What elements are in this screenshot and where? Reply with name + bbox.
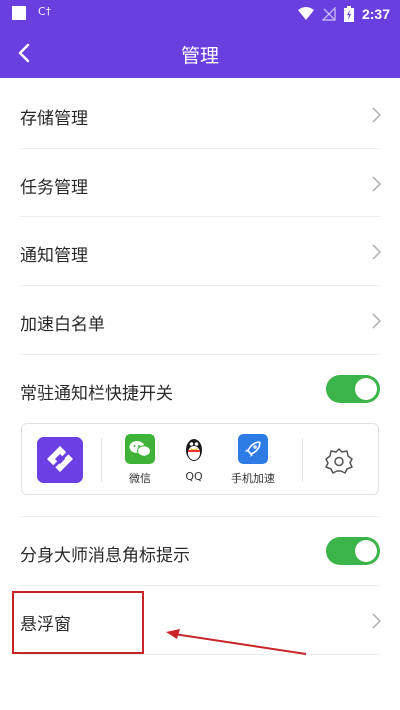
- app-toolbar: 管理: [0, 28, 400, 78]
- menu-item-label: 通知管理: [20, 246, 88, 266]
- setting-label: 分身大师消息角标提示: [20, 546, 190, 566]
- chevron-right-icon: [372, 244, 382, 260]
- divider: [302, 438, 303, 482]
- page-title: 管理: [180, 45, 219, 67]
- setting-label: 常驻通知栏快捷开关: [20, 384, 173, 404]
- chevron-right-icon: [372, 313, 382, 329]
- divider: [101, 438, 102, 482]
- quick-item-phone-boost[interactable]: 手机加速: [223, 434, 283, 490]
- setting-persistent-notification: 常驻通知栏快捷开关: [0, 355, 400, 421]
- menu-item-label: 存储管理: [20, 109, 88, 129]
- toggle-knob: [355, 540, 377, 562]
- persistent-notification-toggle[interactable]: [326, 375, 380, 403]
- notification-bar-preview: 微信 QQ 手机加速: [21, 423, 379, 495]
- setting-badge-hint: 分身大师消息角标提示: [0, 517, 400, 585]
- toggle-knob: [355, 378, 377, 400]
- qq-penguin-icon: [186, 439, 202, 461]
- menu-item-label: 加速白名单: [20, 315, 105, 335]
- chevron-right-icon: [372, 107, 382, 123]
- quick-item-label: 手机加速: [231, 472, 275, 485]
- badge-hint-toggle[interactable]: [326, 537, 380, 565]
- annotation-highlight-box: [12, 591, 144, 654]
- status-indicators: 2:37: [297, 4, 390, 24]
- status-bar: C† 2:37: [0, 0, 400, 28]
- app-logo-icon: [37, 437, 83, 483]
- chevron-right-icon: [372, 176, 382, 192]
- wifi-icon: [297, 7, 314, 20]
- menu-item-whitelist[interactable]: 加速白名单: [0, 286, 400, 354]
- quick-item-qq[interactable]: QQ: [164, 434, 224, 490]
- gear-icon[interactable]: [324, 446, 354, 476]
- quick-item-label: QQ: [185, 470, 203, 483]
- battery-charging-icon: [343, 6, 354, 22]
- menu-item-label: 任务管理: [20, 178, 88, 198]
- chevron-right-icon: [372, 613, 382, 629]
- menu-item-storage[interactable]: 存储管理: [0, 80, 400, 148]
- clock: 2:37: [361, 6, 390, 22]
- annotation-arrow-icon: [166, 629, 307, 655]
- quick-item-wechat[interactable]: 微信: [110, 434, 170, 490]
- quick-item-label: 微信: [129, 472, 151, 485]
- rocket-icon: [238, 434, 268, 464]
- notification-icon: [12, 6, 26, 20]
- menu-item-notifications[interactable]: 通知管理: [0, 217, 400, 285]
- carrier-indicator: C†: [38, 5, 52, 18]
- menu-item-tasks[interactable]: 任务管理: [0, 149, 400, 217]
- wechat-icon: [125, 434, 155, 464]
- no-signal-icon: [321, 7, 336, 21]
